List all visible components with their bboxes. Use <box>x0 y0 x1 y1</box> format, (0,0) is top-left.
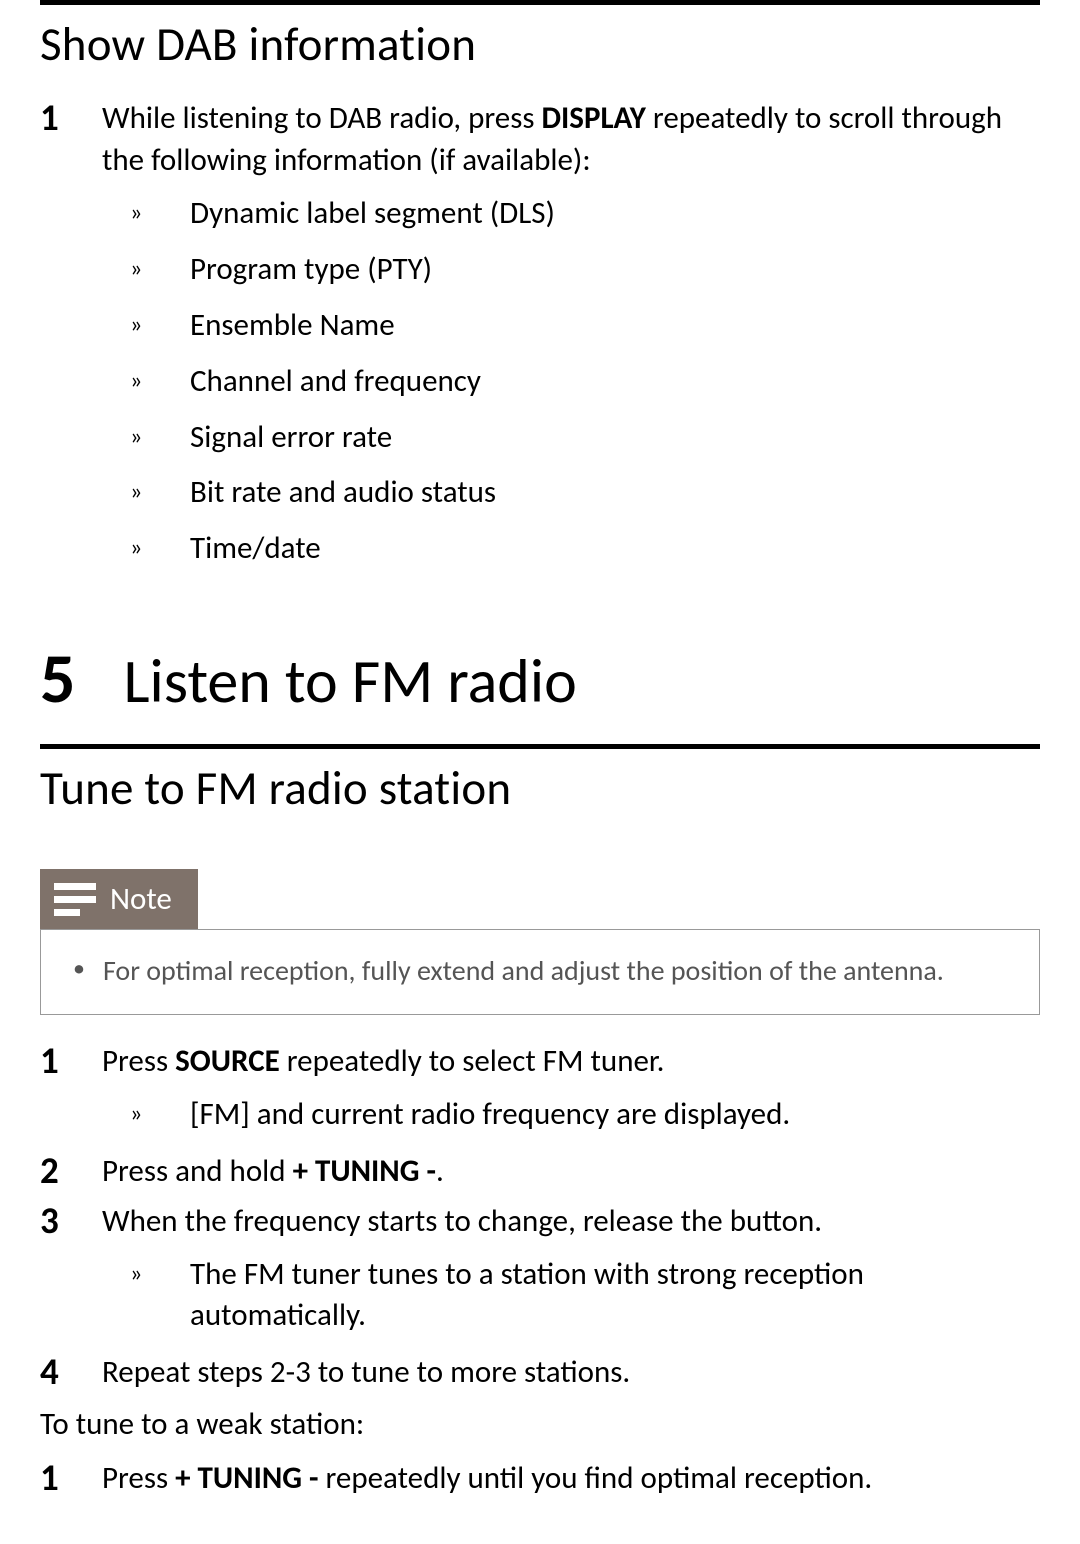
text: Press <box>102 1459 175 1497</box>
text-bold: SOURCE <box>175 1042 280 1080</box>
text: repeatedly to select FM tuner. <box>280 1042 665 1080</box>
step-body: When the frequency starts to change, rel… <box>102 1201 1040 1345</box>
step-text: Press and hold + TUNING -. <box>102 1151 1040 1193</box>
info-item: Signal error rate <box>130 410 1040 466</box>
sub-item: The FM tuner tunes to a station with str… <box>130 1247 1040 1345</box>
step-item: 2 Press and hold + TUNING -. <box>40 1147 1040 1197</box>
weak-steps: 1 Press + TUNING - repeatedly until you … <box>40 1454 1040 1504</box>
text: Bit rate and audio status <box>190 472 496 514</box>
text: Channel and frequency <box>190 361 481 403</box>
text: Dynamic label segment (DLS) <box>190 193 555 235</box>
dab-steps: 1 While listening to DAB radio, press DI… <box>40 94 1040 581</box>
step-body: Press and hold + TUNING -. <box>102 1151 1040 1193</box>
step-text: While listening to DAB radio, press DISP… <box>102 98 1040 182</box>
step-item: 1 Press + TUNING - repeatedly until you … <box>40 1454 1040 1504</box>
sub-item: [FM] and current radio frequency are dis… <box>130 1087 1040 1143</box>
text: Signal error rate <box>190 417 392 459</box>
text: Time/date <box>190 528 321 570</box>
text-bold: [FM] <box>190 1095 250 1133</box>
step-body: Repeat steps 2-3 to tune to more station… <box>102 1352 1040 1394</box>
info-item: Dynamic label segment (DLS) <box>130 186 1040 242</box>
note-tab: Note <box>40 869 198 929</box>
step-item: 3 When the frequency starts to change, r… <box>40 1197 1040 1349</box>
step-body: Press + TUNING - repeatedly until you fi… <box>102 1458 1040 1500</box>
step-text: Press SOURCE repeatedly to select FM tun… <box>102 1041 1040 1083</box>
text: [FM] and current radio frequency are dis… <box>190 1094 790 1136</box>
step-item: 1 Press SOURCE repeatedly to select FM t… <box>40 1037 1040 1147</box>
step-text: When the frequency starts to change, rel… <box>102 1201 1040 1243</box>
text-bold: + TUNING - <box>175 1459 318 1497</box>
info-item: Time/date <box>130 521 1040 577</box>
step-item: 4 Repeat steps 2-3 to tune to more stati… <box>40 1348 1040 1398</box>
weak-station-heading: To tune to a weak station: <box>40 1398 1040 1448</box>
dab-info-list: Dynamic label segment (DLS) Program type… <box>102 186 1040 577</box>
text-bold: + TUNING - <box>293 1152 436 1190</box>
info-item: Ensemble Name <box>130 298 1040 354</box>
info-item: Channel and frequency <box>130 354 1040 410</box>
info-item: Bit rate and audio status <box>130 465 1040 521</box>
note-box: Note For optimal reception, fully extend… <box>40 860 1040 1015</box>
step-body: Press SOURCE repeatedly to select FM tun… <box>102 1041 1040 1143</box>
text: Press and hold <box>102 1152 293 1190</box>
step-number: 4 <box>40 1352 72 1394</box>
text: and current radio frequency are displaye… <box>250 1095 790 1133</box>
text: While listening to DAB radio, press <box>102 99 541 137</box>
sub-list: The FM tuner tunes to a station with str… <box>102 1247 1040 1345</box>
step-text: Press + TUNING - repeatedly until you fi… <box>102 1458 1040 1500</box>
text-bold: DISPLAY <box>541 99 645 137</box>
step-number: 2 <box>40 1151 72 1193</box>
chapter-heading: 5 Listen to FM radio <box>40 581 1040 744</box>
step-text: Repeat steps 2-3 to tune to more station… <box>102 1352 1040 1394</box>
note-body: For optimal reception, fully extend and … <box>40 929 1040 1015</box>
text: repeatedly until you find optimal recept… <box>319 1459 873 1497</box>
note-item: For optimal reception, fully extend and … <box>73 952 1015 990</box>
text: Press <box>102 1042 175 1080</box>
fm-steps: 1 Press SOURCE repeatedly to select FM t… <box>40 1037 1040 1398</box>
text: Program type (PTY) <box>190 249 432 291</box>
chapter-number: 5 <box>40 631 75 726</box>
note-label: Note <box>110 879 172 921</box>
text: To tune to a weak station: <box>40 1405 364 1443</box>
step-number: 1 <box>40 1041 72 1143</box>
step-body: While listening to DAB radio, press DISP… <box>102 98 1040 577</box>
section-heading-fm: Tune to FM radio station <box>40 749 1040 832</box>
text: . <box>436 1152 444 1190</box>
info-item: Program type (PTY) <box>130 242 1040 298</box>
note-icon <box>40 869 110 929</box>
step-number: 3 <box>40 1201 72 1345</box>
chapter-title: Listen to FM radio <box>123 640 576 724</box>
section-heading-dab: Show DAB information <box>40 5 1040 88</box>
text: Ensemble Name <box>190 305 395 347</box>
text: For optimal reception, fully extend and … <box>103 952 944 990</box>
step-item: 1 While listening to DAB radio, press DI… <box>40 94 1040 581</box>
sub-list: [FM] and current radio frequency are dis… <box>102 1087 1040 1143</box>
text: The FM tuner tunes to a station with str… <box>190 1254 1040 1338</box>
step-number: 1 <box>40 1458 72 1500</box>
step-number: 1 <box>40 98 72 577</box>
